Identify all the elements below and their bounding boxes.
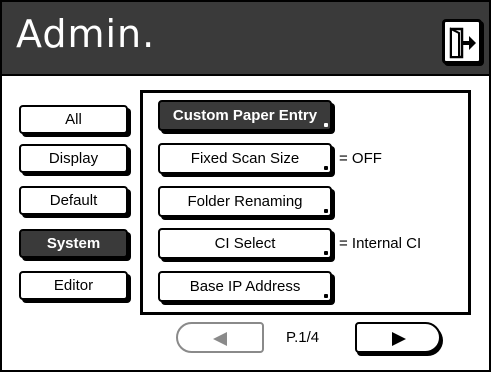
sidebar-item-label: System bbox=[46, 235, 101, 252]
header-bar: Admin. bbox=[0, 0, 491, 76]
sidebar-item-label: All bbox=[65, 111, 82, 128]
function-label: Fixed Scan Size bbox=[190, 150, 300, 167]
left-arrow-icon bbox=[213, 332, 227, 346]
page-indicator: P.1/4 bbox=[286, 329, 320, 346]
submenu-corner-icon bbox=[324, 166, 328, 170]
page-title: Admin. bbox=[16, 12, 156, 56]
folder-renaming-button[interactable]: Folder Renaming bbox=[158, 186, 332, 217]
sidebar-item-label: Editor bbox=[53, 277, 94, 294]
sidebar-item-label: Display bbox=[48, 150, 99, 167]
function-label: CI Select bbox=[214, 235, 276, 252]
sidebar-item-display[interactable]: Display bbox=[19, 144, 128, 173]
fixed-scan-size-value: = OFF bbox=[339, 150, 382, 167]
previous-page-button[interactable] bbox=[176, 322, 264, 353]
sidebar-item-system[interactable]: System bbox=[19, 229, 128, 258]
next-page-button[interactable] bbox=[355, 322, 441, 353]
sidebar-item-editor[interactable]: Editor bbox=[19, 271, 128, 300]
ci-select-value: = Internal CI bbox=[339, 235, 422, 252]
submenu-corner-icon bbox=[324, 251, 328, 255]
base-ip-address-button[interactable]: Base IP Address bbox=[158, 271, 332, 302]
ci-select-button[interactable]: CI Select bbox=[158, 228, 332, 259]
exit-button[interactable] bbox=[442, 19, 482, 64]
custom-paper-entry-button[interactable]: Custom Paper Entry bbox=[158, 100, 332, 131]
submenu-corner-icon bbox=[324, 123, 328, 127]
right-arrow-icon bbox=[392, 332, 406, 346]
fixed-scan-size-button[interactable]: Fixed Scan Size bbox=[158, 143, 332, 174]
function-label: Custom Paper Entry bbox=[172, 107, 318, 124]
function-label: Folder Renaming bbox=[187, 193, 303, 210]
sidebar-item-all[interactable]: All bbox=[19, 105, 128, 134]
sidebar-item-default[interactable]: Default bbox=[19, 186, 128, 215]
submenu-corner-icon bbox=[324, 209, 328, 213]
sidebar-item-label: Default bbox=[49, 192, 98, 209]
function-label: Base IP Address bbox=[189, 278, 301, 295]
exit-door-icon bbox=[449, 27, 476, 59]
submenu-corner-icon bbox=[324, 294, 328, 298]
